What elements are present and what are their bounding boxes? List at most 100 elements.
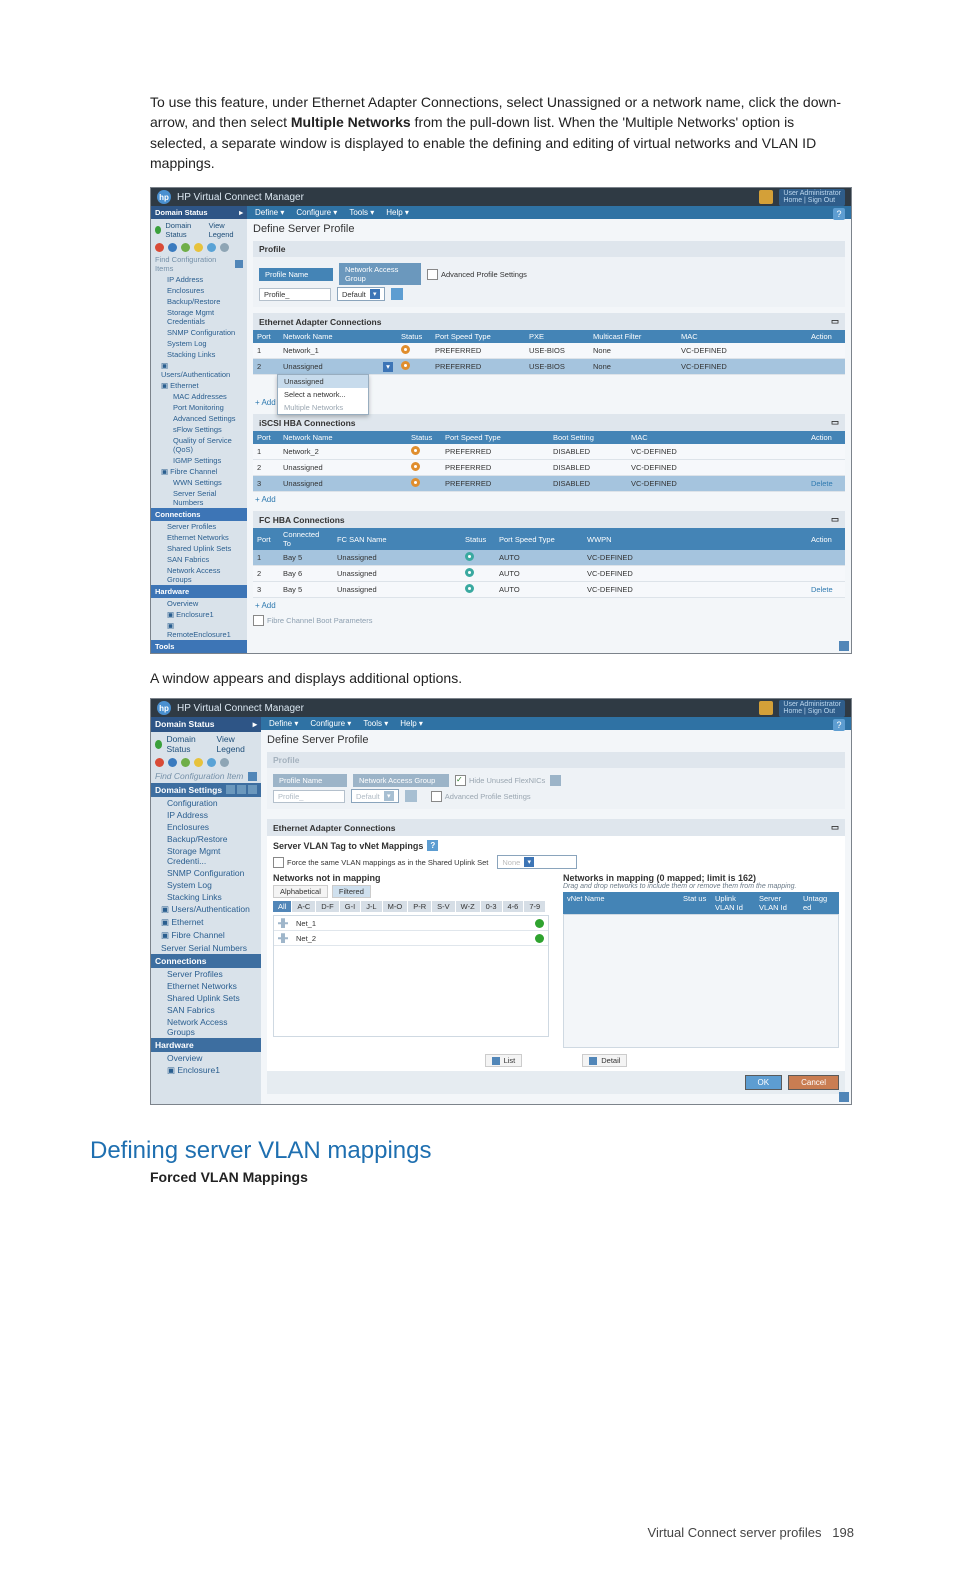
sidebar-item[interactable]: Server Serial Numbers [151, 488, 247, 508]
sidebar-item[interactable]: Overview [151, 598, 247, 609]
profile-name-input[interactable]: Profile_ [259, 288, 331, 301]
sidebar-item[interactable]: IP Address [151, 274, 247, 285]
hide-flexnic-checkbox[interactable] [455, 775, 466, 786]
sidebar-item[interactable]: SNMP Configuration [151, 867, 261, 879]
alpha-tab[interactable]: 0-3 [481, 901, 502, 912]
sidebar-item[interactable]: IP Address [151, 809, 261, 821]
table-row[interactable]: 2Bay 6UnassignedAUTOVC-DEFINED [253, 566, 845, 582]
view-icon[interactable] [226, 785, 235, 794]
status-filter-icon[interactable] [181, 758, 190, 767]
sidebar-item[interactable]: ▣ Fibre Channel [151, 929, 261, 942]
delete-link[interactable]: Delete [811, 585, 833, 594]
sidebar-item[interactable]: Stacking Links [151, 891, 261, 903]
sidebar-item[interactable]: ▣ Users/Authentication [151, 903, 261, 916]
chevron-up-icon[interactable] [248, 785, 257, 794]
collapse-icon[interactable]: ▭ [831, 316, 839, 327]
tab-alphabetical[interactable]: Alphabetical [273, 885, 328, 898]
table-row[interactable]: 1Network_1PREFERREDUSE-BIOSNoneVC-DEFINE… [253, 343, 845, 359]
status-filter-icon[interactable] [220, 758, 229, 767]
sidebar-item[interactable]: Enclosures [151, 821, 261, 833]
view-legend-link[interactable]: View Legend [209, 221, 243, 239]
sidebar-item[interactable]: SNMP Configuration [151, 327, 247, 338]
sidebar-domain-status[interactable]: Domain Status▸ [151, 717, 261, 732]
sidebar-link[interactable]: Domain Status [166, 734, 212, 754]
alpha-tab[interactable]: P-R [408, 901, 431, 912]
network-dropdown[interactable]: Unassigned Select a network... Multiple … [277, 374, 369, 415]
menu-configure[interactable]: Configure ▾ [296, 208, 337, 217]
sidebar-item-fibre[interactable]: ▣ Fibre Channel [151, 466, 247, 477]
sidebar-item[interactable]: Network Access Groups [151, 565, 247, 585]
sidebar-domain-status[interactable]: Domain Status▸ [151, 206, 247, 219]
alpha-tab[interactable]: All [273, 901, 291, 912]
sidebar-item[interactable]: SAN Fabrics [151, 1004, 261, 1016]
menu-tools[interactable]: Tools ▾ [349, 208, 374, 217]
sidebar-item[interactable]: System Log [151, 879, 261, 891]
sidebar-item[interactable]: SAN Fabrics [151, 554, 247, 565]
home-icon[interactable] [759, 190, 773, 204]
dropdown-item-unassigned[interactable]: Unassigned [278, 375, 368, 388]
alpha-tab[interactable]: 7-9 [524, 901, 545, 912]
access-group-select[interactable]: Default▾ [337, 287, 385, 301]
sidebar-item[interactable]: Configuration [151, 797, 261, 809]
delete-link[interactable]: Delete [811, 479, 833, 488]
find-config-input[interactable]: Find Configuration Item [155, 771, 243, 781]
status-filter-icon[interactable] [155, 758, 164, 767]
alpha-tab[interactable]: J-L [361, 901, 381, 912]
force-vlan-checkbox[interactable] [273, 857, 284, 868]
adv-settings-checkbox[interactable] [427, 269, 438, 280]
expand-icon[interactable]: ▸ [253, 719, 257, 730]
sidebar-hardware-head[interactable]: Hardware [151, 1038, 261, 1052]
table-row[interactable]: 3UnassignedPREFERREDDISABLEDVC-DEFINEDDe… [253, 476, 845, 492]
sidebar-tools-head[interactable]: Tools [151, 640, 247, 653]
menu-tools[interactable]: Tools ▾ [363, 719, 388, 728]
status-filter-icon[interactable] [168, 243, 177, 252]
alpha-tab[interactable]: A-C [292, 901, 315, 912]
menu-define[interactable]: Define ▾ [255, 208, 284, 217]
status-filter-icon[interactable] [207, 243, 216, 252]
user-signout[interactable]: Home | Sign Out [783, 197, 835, 204]
sidebar-item[interactable]: IGMP Settings [151, 455, 247, 466]
iscsi-add-link[interactable]: + Add [253, 492, 845, 507]
cancel-button[interactable]: Cancel [788, 1075, 839, 1090]
home-icon[interactable] [759, 701, 773, 715]
alpha-tab[interactable]: G-I [340, 901, 360, 912]
adv-settings-checkbox[interactable] [431, 791, 442, 802]
sidebar-item[interactable]: Port Monitoring [151, 402, 247, 413]
sidebar-item[interactable]: sFlow Settings [151, 424, 247, 435]
collapse-icon[interactable]: ▭ [831, 417, 839, 428]
table-row[interactable]: 3Bay 5UnassignedAUTOVC-DEFINEDDelete [253, 582, 845, 598]
resize-handle-icon[interactable] [839, 641, 849, 651]
view-legend-link[interactable]: View Legend [217, 734, 258, 754]
sidebar-connections-head[interactable]: Connections [151, 508, 247, 521]
sidebar-item[interactable]: Storage Mgmt Credenti... [151, 845, 261, 867]
table-row[interactable]: 1Network_2PREFERREDDISABLEDVC-DEFINED [253, 444, 845, 460]
sidebar-item[interactable]: Ethernet Networks [151, 980, 261, 992]
sidebar-hardware-head[interactable]: Hardware [151, 585, 247, 598]
alpha-tab[interactable]: S-V [432, 901, 455, 912]
sidebar-item[interactable]: WWN Settings [151, 477, 247, 488]
tab-filtered[interactable]: Filtered [332, 885, 371, 898]
alpha-tab[interactable]: M-O [383, 901, 408, 912]
sidebar-settings-head[interactable]: Domain Settings [151, 783, 261, 797]
sidebar-item[interactable]: Quality of Service (QoS) [151, 435, 247, 455]
dropdown-item-multiple-networks[interactable]: Multiple Networks [278, 401, 368, 414]
sidebar-item[interactable]: System Log [151, 338, 247, 349]
table-row[interactable]: 2Unassigned ▾PREFERREDUSE-BIOSNoneVC-DEF… [253, 359, 845, 375]
menu-configure[interactable]: Configure ▾ [310, 719, 351, 728]
sidebar-item[interactable]: Server Profiles [151, 968, 261, 980]
sidebar-item[interactable]: Network Access Groups [151, 1016, 261, 1038]
help-icon[interactable]: ? [427, 840, 438, 851]
expand-icon[interactable]: ▸ [239, 208, 243, 217]
sidebar-link[interactable]: Domain Status [165, 221, 204, 239]
help-icon[interactable]: ? [833, 719, 845, 731]
sidebar-item[interactable]: ▣ RemoteEnclosure1 [151, 620, 247, 640]
sidebar-item-users[interactable]: ▣ Users/Authentication [151, 360, 247, 380]
view-icon[interactable] [237, 785, 246, 794]
dropdown-item-select-network[interactable]: Select a network... [278, 388, 368, 401]
ok-button[interactable]: OK [745, 1075, 783, 1090]
sidebar-item[interactable]: Overview [151, 1052, 261, 1064]
sidebar-item[interactable]: Stacking Links [151, 349, 247, 360]
info-icon[interactable] [550, 775, 561, 786]
sidebar-item[interactable]: Server Serial Numbers [151, 942, 261, 954]
network-item[interactable]: Net_1 [274, 916, 548, 931]
